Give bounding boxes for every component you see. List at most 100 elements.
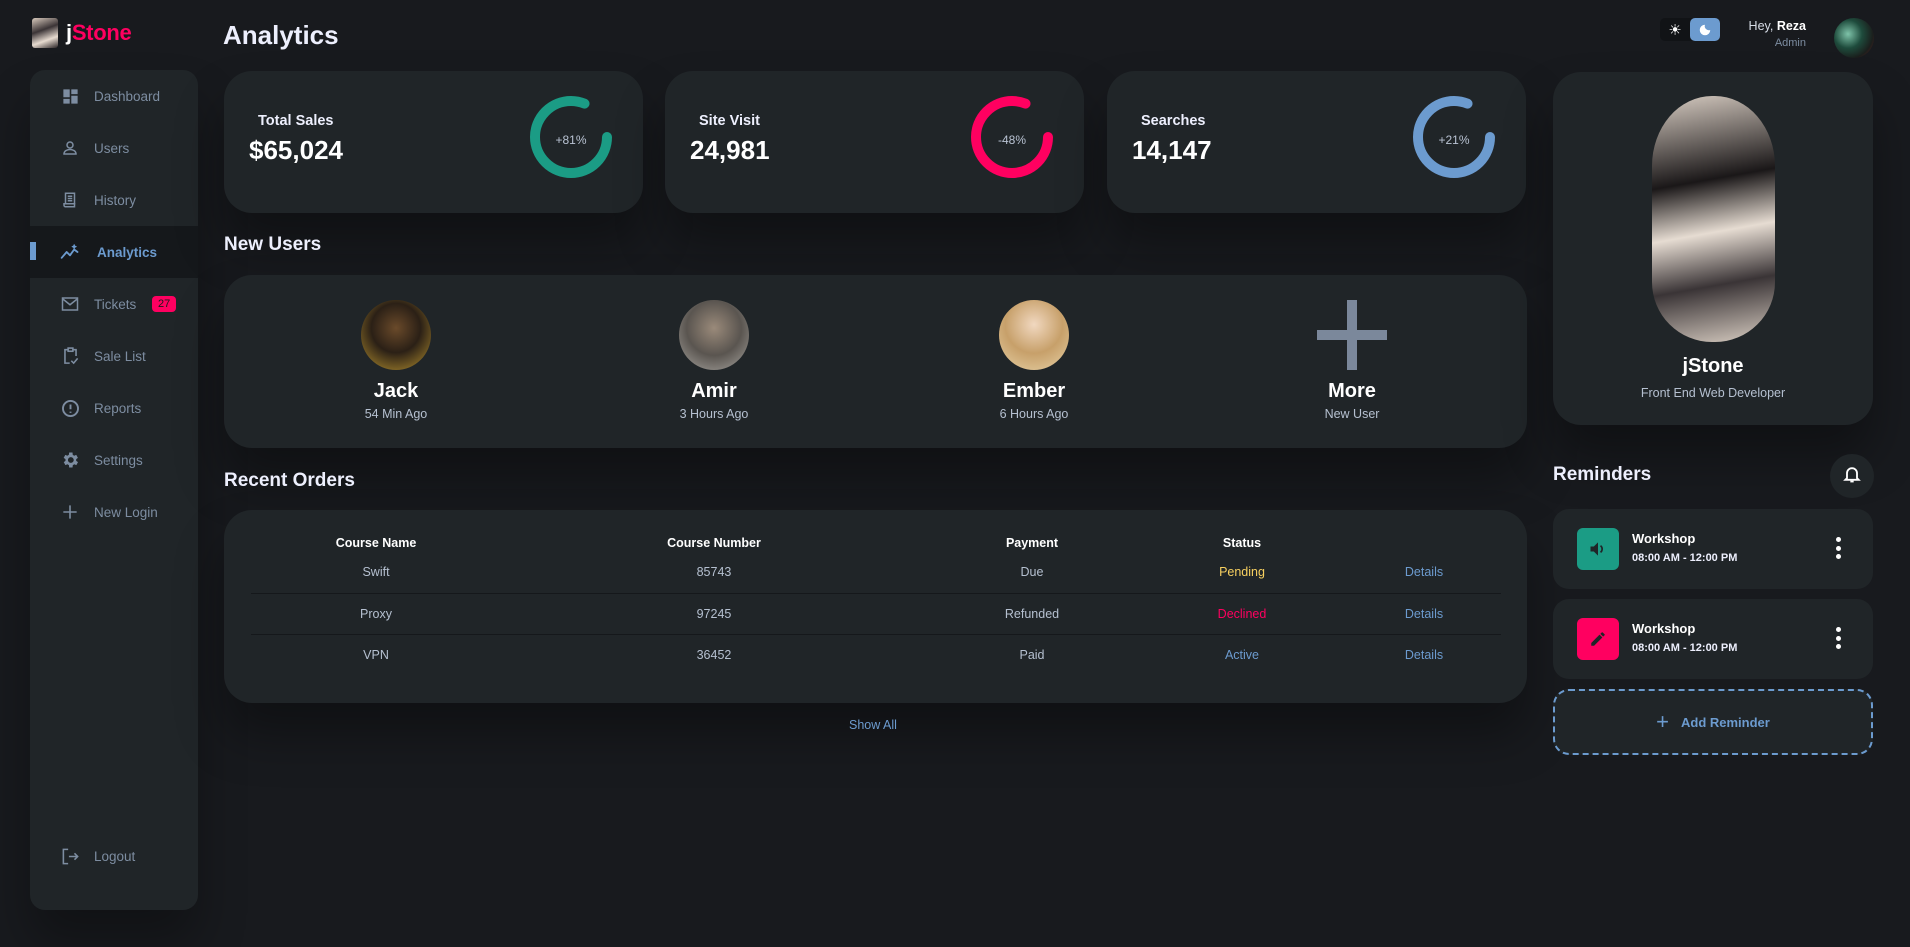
user-name: Amir: [691, 380, 737, 402]
reminder-time: 08:00 AM - 12:00 PM: [1632, 642, 1738, 654]
reminder-time: 08:00 AM - 12:00 PM: [1632, 552, 1738, 564]
volume-icon: [1577, 528, 1619, 570]
add-reminder-label: Add Reminder: [1681, 714, 1770, 730]
sidebar: Dashboard Users History Analytics Ticket…: [30, 70, 198, 910]
recent-orders-card: Course Name Course Number Payment Status…: [224, 510, 1527, 703]
sidebar-item-sale-list[interactable]: Sale List: [30, 330, 198, 382]
profile-name: jStone: [1682, 355, 1744, 377]
stat-label: Total Sales: [258, 113, 334, 129]
payment: Paid: [1019, 647, 1045, 662]
user-item[interactable]: Ember 6 Hours Ago: [964, 300, 1104, 421]
user-item[interactable]: Jack 54 Min Ago: [326, 300, 466, 421]
user-item[interactable]: Amir 3 Hours Ago: [644, 300, 784, 421]
notifications-button[interactable]: [1830, 454, 1874, 498]
insights-icon: [60, 242, 80, 262]
course-number: 85743: [501, 552, 927, 594]
moon-icon[interactable]: [1690, 18, 1720, 41]
reminder-title: Workshop: [1632, 531, 1696, 546]
user-name: Ember: [1002, 380, 1066, 402]
logo-image: [32, 18, 58, 48]
new-users-card: Jack 54 Min Ago Amir 3 Hours Ago Ember 6…: [224, 275, 1527, 448]
sidebar-item-history[interactable]: History: [30, 174, 198, 226]
sidebar-item-dashboard[interactable]: Dashboard: [30, 70, 198, 122]
plus-icon: +: [1656, 709, 1669, 734]
col-header: Payment: [1005, 536, 1059, 550]
greeting: Hey, Reza: [1748, 19, 1806, 33]
sun-icon[interactable]: ☀: [1660, 18, 1690, 41]
user-name: Jack: [373, 380, 419, 402]
profile-image: [1652, 96, 1775, 342]
dashboard-icon: [60, 86, 80, 106]
brand-logo[interactable]: jStone: [32, 18, 132, 48]
gear-icon: [60, 450, 80, 470]
more-vert-icon[interactable]: [1833, 625, 1843, 651]
user-time: New User: [1324, 407, 1380, 421]
sidebar-item-settings[interactable]: Settings: [30, 434, 198, 486]
orders-table: Course Name Course Number Payment Status…: [251, 534, 1501, 675]
plus-icon: [60, 502, 80, 522]
user-avatar: [999, 300, 1069, 370]
status: Active: [1224, 647, 1260, 662]
user-name: More: [1328, 380, 1376, 402]
sidebar-item-tickets[interactable]: Tickets 27: [30, 278, 198, 330]
details-link[interactable]: Details: [1347, 593, 1501, 635]
receipt-icon: [60, 190, 80, 210]
profile-card: jStone Front End Web Developer: [1553, 72, 1873, 425]
table-header-row: Course Name Course Number Payment Status: [251, 534, 1501, 552]
plus-icon: [1317, 300, 1387, 370]
user-time: 54 Min Ago: [364, 407, 428, 421]
reminder-item[interactable]: Workshop 08:00 AM - 12:00 PM: [1553, 599, 1873, 679]
table-row: Swift 85743 Due Pending Details: [251, 552, 1501, 594]
course-name: VPN: [363, 647, 389, 662]
stat-value: 24,981: [690, 135, 770, 165]
payment: Due: [927, 552, 1137, 594]
header-profile-info: Hey, Reza Admin: [1749, 19, 1806, 49]
tickets-count-badge: 27: [152, 296, 177, 312]
user-time: 6 Hours Ago: [999, 407, 1069, 421]
edit-icon: [1577, 618, 1619, 660]
stat-value: $65,024: [249, 135, 343, 165]
logout-button[interactable]: Logout: [30, 830, 198, 882]
stat-label: Site Visit: [699, 113, 760, 129]
sidebar-item-new-login[interactable]: New Login: [30, 486, 198, 538]
course-number: 97245: [501, 593, 927, 635]
reminder-title: Workshop: [1632, 621, 1696, 636]
clipboard-check-icon: [60, 346, 80, 366]
alert-circle-icon: [60, 398, 80, 418]
user-time: 3 Hours Ago: [679, 407, 749, 421]
show-all-link[interactable]: Show All: [849, 718, 897, 732]
sidebar-item-users[interactable]: Users: [30, 122, 198, 174]
page-title: Analytics: [223, 20, 339, 50]
stat-label: Searches: [1141, 113, 1206, 129]
user-avatar: [361, 300, 431, 370]
profile-role: Front End Web Developer: [1640, 386, 1786, 400]
status: Pending: [1137, 552, 1347, 594]
more-vert-icon[interactable]: [1833, 535, 1843, 561]
stat-change: +21%: [1438, 133, 1470, 147]
reminders-heading: Reminders: [1553, 464, 1652, 485]
reminder-item[interactable]: Workshop 08:00 AM - 12:00 PM: [1553, 509, 1873, 589]
details-link[interactable]: Details: [1347, 552, 1501, 594]
more-users-button[interactable]: More New User: [1282, 300, 1422, 421]
table-row: Proxy 97245 Refunded Declined Details: [251, 593, 1501, 635]
stat-change: +81%: [555, 133, 587, 147]
payment: Refunded: [927, 593, 1137, 635]
stat-card-site-visit: Site Visit 24,981 -48%: [665, 71, 1084, 213]
brand-name: jStone: [66, 20, 132, 45]
header-avatar[interactable]: [1834, 18, 1874, 58]
col-header: [1347, 534, 1501, 552]
table-row: VPN 36452 Paid Active Details: [251, 634, 1501, 675]
theme-toggle[interactable]: ☀: [1660, 18, 1720, 41]
new-users-heading: New Users: [224, 234, 322, 255]
logout-icon: [60, 846, 80, 866]
user-avatar: [679, 300, 749, 370]
mail-icon: [60, 294, 80, 314]
add-reminder-button[interactable]: + Add Reminder: [1553, 689, 1873, 755]
stat-card-searches: Searches 14,147 +21%: [1107, 71, 1526, 213]
user-role: Admin: [1774, 37, 1806, 49]
details-link[interactable]: Details: [1347, 634, 1501, 675]
sidebar-item-analytics[interactable]: Analytics: [30, 226, 198, 278]
col-header: Status: [1222, 536, 1262, 550]
sidebar-item-reports[interactable]: Reports: [30, 382, 198, 434]
course-name: Proxy: [251, 593, 501, 635]
